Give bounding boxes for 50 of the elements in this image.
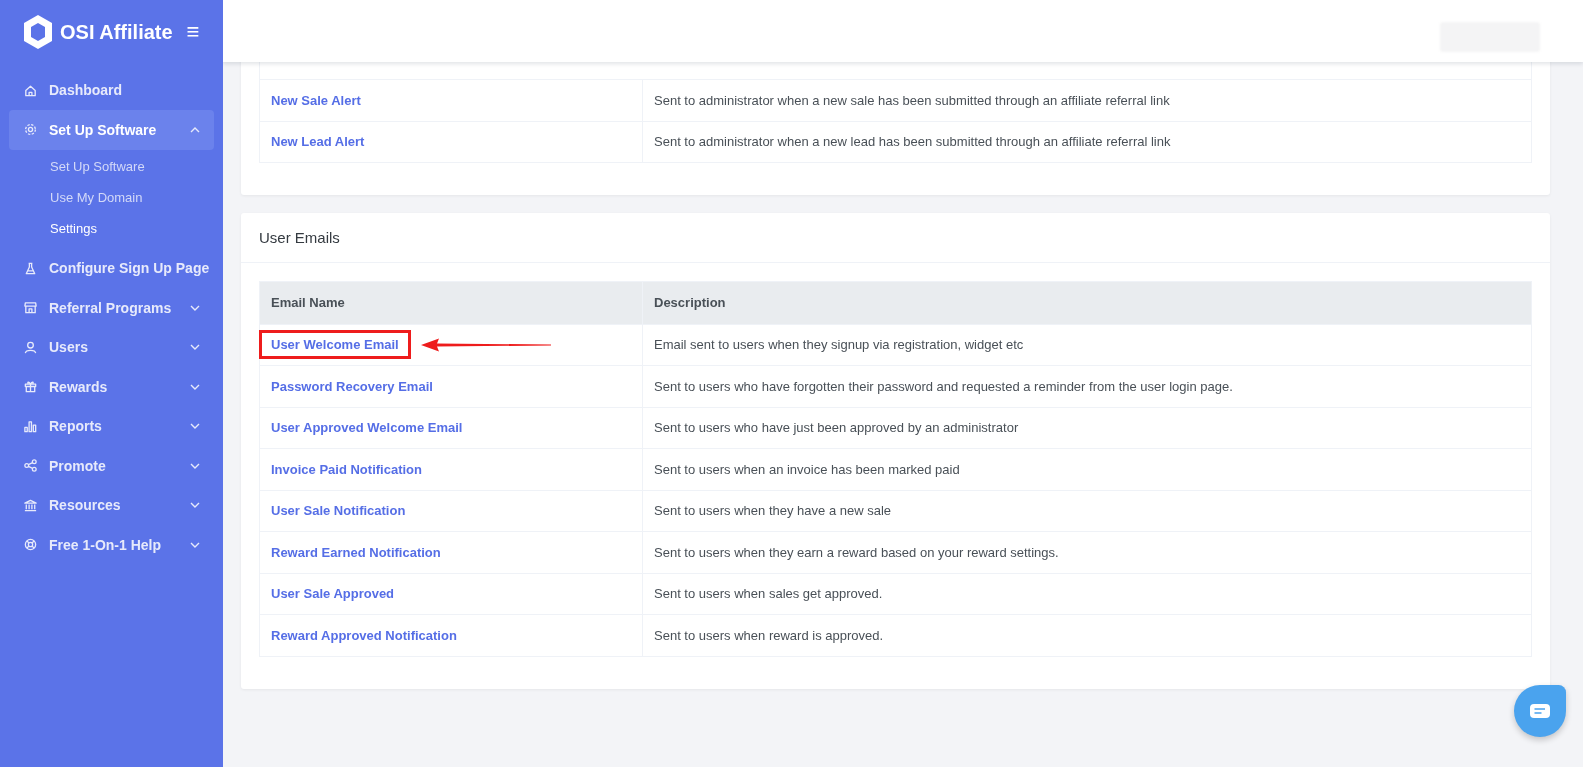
card-title: User Emails	[259, 229, 340, 246]
hexagon-logo-icon	[22, 14, 54, 50]
sidebar-item[interactable]: Configure Sign Up Page	[9, 248, 214, 288]
email-name-link[interactable]: User Approved Welcome Email	[271, 420, 463, 436]
description-text: Sent to users when sales get approved.	[654, 586, 883, 602]
description-text: Sent to users who have forgotten their password and requested a reminder from the user login page.	[654, 378, 1233, 394]
column-header: Email Name	[260, 282, 643, 324]
brand-name: OSI Affiliate	[60, 20, 173, 44]
description-text: Sent to administrator when a new lead has been submitted through an affiliate referral link	[654, 134, 1171, 150]
sidebar-item[interactable]: Dashboard	[9, 70, 214, 110]
gear-icon	[23, 122, 38, 137]
user-icon	[23, 339, 38, 355]
description-text: Sent to users when an invoice has been marked paid	[654, 461, 960, 477]
sidebar-item[interactable]: Free 1-On-1 Help	[9, 524, 214, 565]
email-name-link[interactable]: Reward Earned Notification	[271, 544, 441, 560]
sidebar-item[interactable]: Resources	[9, 485, 214, 525]
email-name-link[interactable]: Invoice Paid Notification	[271, 461, 422, 477]
sidebar-item[interactable]: Reports	[9, 406, 214, 446]
sidebar-item[interactable]: Rewards	[9, 366, 214, 407]
chat-button[interactable]	[1514, 685, 1566, 737]
description-text: Sent to users when they earn a reward based on your reward settings.	[654, 544, 1059, 560]
lifebuoy-icon	[23, 537, 38, 552]
submenu-item[interactable]: Use My Domain	[9, 182, 214, 213]
email-name-link[interactable]: New Sale Alert	[271, 92, 361, 108]
email-name-link[interactable]: Reward Approved Notification	[271, 627, 457, 643]
email-name-link[interactable]: New Lead Alert	[271, 134, 365, 150]
store-icon	[23, 300, 38, 315]
description-text: Sent to administrator when a new sale has been submitted through an affiliate referral link	[654, 92, 1170, 108]
sidebar-item[interactable]: Set Up Software	[9, 109, 214, 150]
sidebar-item[interactable]: Users	[9, 327, 214, 367]
flask-icon	[23, 260, 38, 276]
submenu-item[interactable]: Settings	[9, 213, 214, 244]
chat-icon	[1529, 703, 1551, 719]
email-name-link[interactable]: Password Recovery Email	[271, 378, 433, 394]
gift-icon	[23, 379, 38, 394]
description-text: Sent to users when reward is approved.	[654, 627, 884, 643]
submenu-item[interactable]: Set Up Software	[9, 151, 214, 182]
email-name-link[interactable]: User Sale Notification	[271, 503, 406, 519]
share-icon	[23, 458, 38, 473]
description-text: Sent to users who have just been approved by an administrator	[654, 420, 1019, 436]
description-text: Email sent to users when they signup via registration, widget etc	[654, 337, 1024, 353]
bank-icon	[23, 497, 38, 513]
column-header: Description	[643, 282, 1531, 324]
email-name-link[interactable]: User Sale Approved	[271, 586, 395, 602]
email-name-link[interactable]: User Welcome Email	[262, 333, 408, 357]
description-text: Sent to users when they have a new sale	[654, 503, 892, 519]
menu-button[interactable]: ≡	[186, 19, 200, 45]
sidebar-item[interactable]: Promote	[9, 445, 214, 486]
bar-chart-icon	[23, 418, 38, 434]
sidebar-item[interactable]: Referral Programs	[9, 287, 214, 328]
